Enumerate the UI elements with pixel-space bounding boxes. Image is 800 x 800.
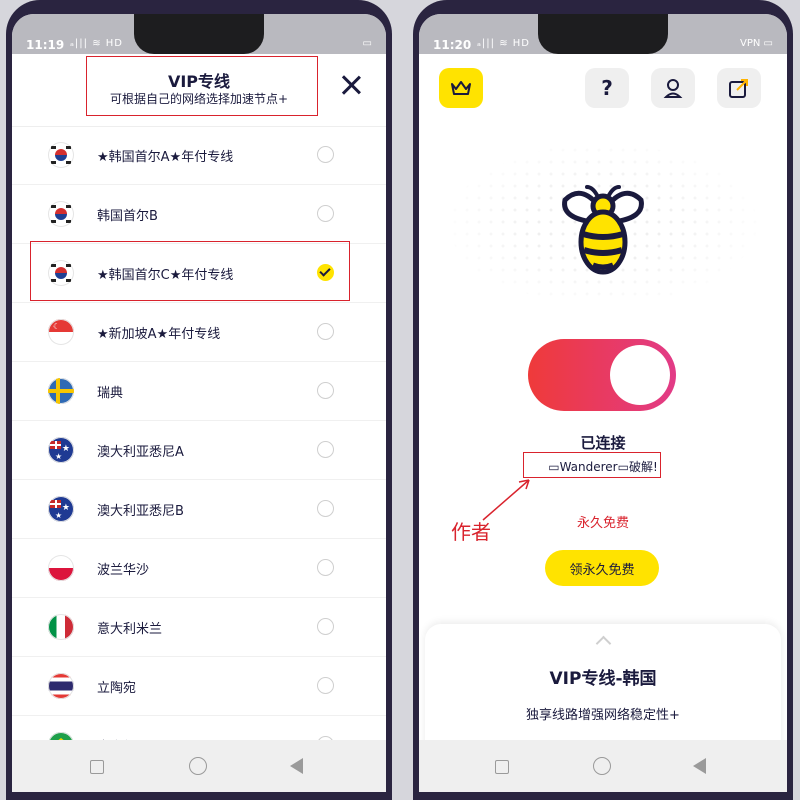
back-icon[interactable] (290, 758, 303, 774)
korea-flag-icon (48, 142, 74, 168)
highlight-box-selected (30, 241, 350, 301)
profile-button[interactable] (651, 68, 695, 108)
home-screen: 11:20 ₐ||| ≋ HD VPN ▭ ? 已连接 ▭Wanderer▭破解… (419, 14, 787, 792)
claim-free-button[interactable]: 领永久免费 (545, 550, 659, 586)
vip-list-screen: 11:19 ₐ||| ≋ HD ▭ VIP专线 可根据自己的网络选择加速节点+ … (12, 14, 386, 792)
profile-icon (663, 79, 683, 98)
card-subtitle: 独享线路增强网络稳定性+ (526, 708, 680, 723)
korea-flag-icon (48, 201, 74, 227)
back-icon[interactable] (693, 758, 706, 774)
help-icon: ? (601, 76, 613, 100)
poland-flag-icon (48, 555, 74, 581)
signal-icons: ₐ||| ≋ HD (70, 38, 123, 49)
recent-apps-icon[interactable] (495, 760, 509, 774)
toggle-knob (610, 345, 670, 405)
list-item[interactable]: 韩国首尔B (12, 185, 386, 244)
highlight-box-header (86, 56, 318, 116)
sweden-flag-icon (48, 378, 74, 404)
help-button[interactable]: ? (585, 68, 629, 108)
australia-flag-icon: ★ ★ (48, 437, 74, 463)
camera-notch (134, 14, 264, 54)
server-name: 澳大利亚悉尼B (97, 504, 184, 519)
singapore-flag-icon: ☾ (48, 319, 74, 345)
server-name: 立陶宛 (97, 681, 137, 696)
italy-flag-icon (48, 614, 74, 640)
list-item[interactable]: 瑞典 (12, 362, 386, 421)
list-item[interactable]: ★ ★ 澳大利亚悉尼B (12, 480, 386, 539)
australia-flag-icon: ★ ★ (48, 496, 74, 522)
home-icon[interactable] (189, 757, 207, 775)
radio-button[interactable] (317, 500, 334, 517)
camera-notch (538, 14, 668, 54)
list-item[interactable]: 波兰华沙 (12, 539, 386, 598)
server-name: ★新加坡A★年付专线 (97, 327, 221, 342)
server-name: 瑞典 (97, 386, 124, 401)
list-item[interactable]: 立陶宛 (12, 657, 386, 716)
phone-right: 11:20 ₐ||| ≋ HD VPN ▭ ? 已连接 ▭Wanderer▭破解… (413, 0, 793, 800)
recent-apps-icon[interactable] (90, 760, 104, 774)
status-time: 11:20 (433, 38, 472, 52)
server-name: 波兰华沙 (97, 563, 150, 578)
thailand-flag-icon (48, 673, 74, 699)
radio-button[interactable] (317, 382, 334, 399)
author-annotation: 作者 (451, 520, 491, 544)
radio-button[interactable] (317, 677, 334, 694)
server-name: 澳大利亚悉尼A (97, 445, 184, 460)
status-time: 11:19 (26, 38, 65, 52)
system-nav-bar (419, 740, 787, 792)
crown-button[interactable] (439, 68, 483, 108)
connection-status: 已连接 (580, 434, 626, 452)
system-nav-bar (12, 740, 386, 792)
server-name: ★韩国首尔A★年付专线 (97, 150, 234, 165)
list-item[interactable]: ☾ ★新加坡A★年付专线 (12, 303, 386, 362)
phone-left: 11:19 ₐ||| ≋ HD ▭ VIP专线 可根据自己的网络选择加速节点+ … (6, 0, 392, 800)
status-bar: 11:19 ₐ||| ≋ HD ▭ (12, 14, 386, 54)
card-title: VIP专线-韩国 (549, 669, 657, 689)
server-list: ★韩国首尔A★年付专线 韩国首尔B ★韩国首尔C★年付专线 ☾ ★新加坡A★年付… (12, 126, 386, 775)
crown-icon (451, 81, 471, 95)
signal-icons: ₐ||| ≋ HD (477, 38, 530, 49)
vpn-battery-icons: VPN ▭ (740, 38, 773, 49)
bee-logo-icon (562, 185, 644, 275)
list-item[interactable]: 意大利米兰 (12, 598, 386, 657)
share-button[interactable] (717, 68, 761, 108)
close-icon[interactable] (340, 74, 362, 96)
home-icon[interactable] (593, 757, 611, 775)
server-name: 韩国首尔B (97, 209, 158, 224)
radio-button[interactable] (317, 205, 334, 222)
radio-button[interactable] (317, 323, 334, 340)
radio-button[interactable] (317, 441, 334, 458)
list-item[interactable]: ★韩国首尔A★年付专线 (12, 126, 386, 185)
connection-toggle[interactable] (528, 339, 676, 411)
highlight-box-author (523, 452, 661, 478)
status-bar: 11:20 ₐ||| ≋ HD VPN ▭ (419, 14, 787, 54)
share-icon (729, 79, 748, 98)
radio-button[interactable] (317, 618, 334, 635)
chevron-up-icon[interactable] (595, 635, 612, 652)
radio-button[interactable] (317, 146, 334, 163)
radio-button[interactable] (317, 559, 334, 576)
list-item[interactable]: ★ ★ 澳大利亚悉尼A (12, 421, 386, 480)
battery-icon: ▭ (362, 38, 372, 49)
server-name: 意大利米兰 (97, 622, 163, 637)
